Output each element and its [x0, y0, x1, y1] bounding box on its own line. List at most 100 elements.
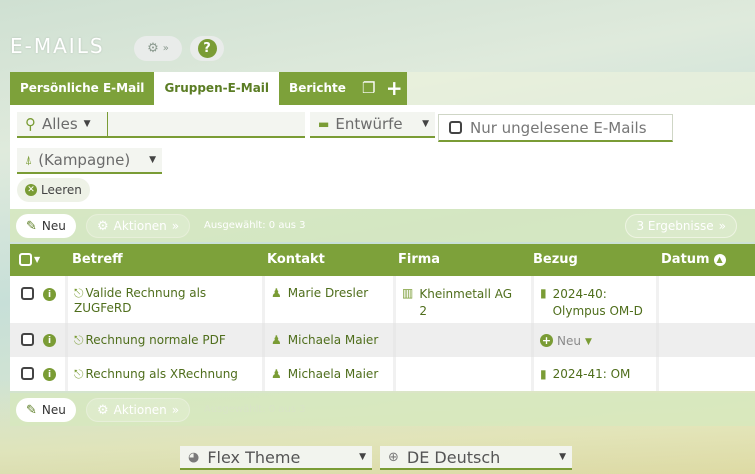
unread-only-toggle[interactable]: Nur ungelesene E-Mails	[438, 114, 673, 142]
column-header-contact[interactable]: Kontakt	[267, 252, 325, 267]
caret-down-icon: ▼	[34, 255, 41, 264]
subject-text: Rechnung als XRechnung	[85, 367, 238, 381]
clear-filters-button[interactable]: ✕ Leeren	[17, 178, 90, 202]
column-header-subject[interactable]: Betreff	[72, 252, 123, 267]
actions-button[interactable]: ⚙ Aktionen »	[86, 214, 191, 238]
company-cell[interactable]: ▥ Kheinmetall AG 2	[393, 276, 531, 323]
new-email-button[interactable]: ✎ Neu	[16, 214, 76, 238]
column-header-date[interactable]: Datum ▲	[661, 252, 726, 267]
row-checkbox-cell	[21, 357, 34, 391]
row-checkbox[interactable]	[21, 333, 34, 346]
pencil-icon: ✎	[26, 218, 37, 234]
subject-text: Valide Rechnung als ZUGFeRD	[74, 286, 207, 315]
search-icon: ⚲	[25, 115, 36, 133]
column-header-reference[interactable]: Bezug	[533, 252, 578, 267]
plus-icon: +	[385, 76, 403, 100]
folder-select[interactable]: ▬ Entwürfe ▼	[310, 112, 435, 138]
sort-icon[interactable]: ▲	[713, 253, 726, 266]
action-bar-top: ✎ Neu ⚙ Aktionen » Ausgewählt: 0 aus 3 3…	[10, 209, 755, 242]
plus-icon: +	[540, 334, 553, 347]
paperclip-icon: ⎋	[74, 286, 84, 300]
help-icon: ?	[197, 39, 217, 58]
row-checkbox[interactable]	[21, 367, 34, 380]
subject-text: Rechnung normale PDF	[85, 333, 226, 347]
selection-info: Ausgewählt: 0 aus 3	[204, 404, 306, 415]
info-icon[interactable]: i	[43, 368, 56, 381]
language-value: DE Deutsch	[406, 447, 501, 467]
info-icon[interactable]: i	[43, 334, 56, 347]
reference-cell[interactable]: ▮ 2024-40: Olympus OM-D	[531, 276, 656, 323]
help-button[interactable]: ?	[190, 36, 224, 61]
selection-info: Ausgewählt: 0 aus 3	[204, 220, 306, 231]
column-header-company[interactable]: Firma	[398, 252, 440, 267]
campaign-select[interactable]: ⍋ (Kampagne) ▼	[17, 148, 162, 174]
new-email-button[interactable]: ✎ Neu	[16, 398, 76, 422]
unread-checkbox[interactable]	[449, 121, 462, 134]
unread-label: Nur ungelesene E-Mails	[470, 118, 647, 137]
person-icon: ♟	[271, 367, 282, 381]
tab-personal-email[interactable]: Persönliche E-Mail	[10, 72, 154, 105]
tab-reports[interactable]: Berichte	[279, 72, 356, 105]
person-icon: ♟	[271, 333, 282, 347]
caret-down-icon: ▼	[559, 452, 566, 462]
caret-down-icon: ▼	[83, 119, 91, 129]
subject-cell[interactable]: ⎋ Rechnung als XRechnung	[65, 357, 262, 391]
date-cell	[656, 357, 755, 391]
settings-menu-button[interactable]: ⚙ »	[134, 36, 182, 61]
company-cell[interactable]	[393, 323, 531, 357]
search-scope-select[interactable]: ⚲ Alles ▼	[17, 112, 107, 138]
chevron-down-icon: »	[162, 43, 169, 54]
contact-text: Marie Dresler	[287, 286, 369, 300]
contact-cell[interactable]: ♟ Marie Dresler	[262, 276, 393, 323]
tab-bar: Persönliche E-Mail Gruppen-E-Mail Berich…	[10, 72, 407, 105]
new-reference-label: Neu	[557, 333, 581, 348]
chevron-down-icon: »	[718, 219, 726, 233]
add-tab-button[interactable]: +	[381, 72, 407, 105]
search-input[interactable]	[107, 112, 305, 138]
clear-label: Leeren	[41, 183, 82, 197]
filter-panel: ⚲ Alles ▼ ▬ Entwürfe ▼ Nur ungelesene E-…	[10, 105, 755, 209]
caret-down-icon: ▼	[149, 155, 156, 165]
table-row[interactable]: i ⎋ Rechnung als XRechnung ♟ Michaela Maie…	[10, 357, 755, 391]
campaign-value: (Kampagne)	[38, 151, 131, 169]
caret-down-icon[interactable]: ▼	[585, 337, 592, 347]
subject-cell[interactable]: ⎋ Rechnung normale PDF	[65, 323, 262, 357]
paperclip-icon: ⎋	[74, 333, 84, 347]
actions-label: Aktionen	[113, 403, 167, 417]
reference-text: 2024-40: Olympus OM-D	[552, 287, 643, 318]
contact-cell[interactable]: ♟ Michaela Maier	[262, 323, 393, 357]
rocket-icon: ⍋	[25, 152, 33, 167]
company-cell[interactable]	[393, 357, 531, 391]
language-select[interactable]: ⊕ DE Deutsch ▼	[380, 446, 572, 470]
open-in-window-button[interactable]: ❐	[356, 72, 382, 105]
results-label: 3 Ergebnisse	[636, 219, 714, 233]
row-checkbox-cell	[21, 276, 34, 323]
table-row[interactable]: i ⎋ Rechnung normale PDF ♟ Michaela Maier …	[10, 323, 755, 357]
gear-icon: ⚙	[97, 218, 109, 234]
table-row[interactable]: i ⎋ Valide Rechnung als ZUGFeRD ♟ Marie Dr…	[10, 276, 755, 323]
new-label: Neu	[41, 219, 66, 233]
reference-text: 2024-41: OM	[552, 367, 631, 381]
actions-button[interactable]: ⚙ Aktionen »	[86, 398, 191, 422]
contact-cell[interactable]: ♟ Michaela Maier	[262, 357, 393, 391]
select-all-checkbox[interactable]	[19, 253, 32, 266]
contact-text: Michaela Maier	[287, 367, 379, 381]
gear-icon: ⚙	[147, 41, 159, 56]
reference-cell[interactable]: + Neu ▼	[531, 323, 656, 357]
theme-select[interactable]: ◕ Flex Theme ▼	[180, 446, 372, 470]
paperclip-icon: ⎋	[74, 367, 84, 381]
reference-cell[interactable]: ▮ 2024-41: OM	[531, 357, 656, 391]
document-icon: ▮	[540, 367, 547, 381]
new-label: Neu	[41, 403, 66, 417]
chevron-down-icon: »	[171, 219, 180, 233]
subject-cell[interactable]: ⎋ Valide Rechnung als ZUGFeRD	[65, 276, 262, 323]
theme-value: Flex Theme	[207, 447, 301, 467]
new-reference-button[interactable]: + Neu	[540, 334, 581, 348]
results-count-button[interactable]: 3 Ergebnisse »	[625, 214, 737, 238]
tab-group-email[interactable]: Gruppen-E-Mail	[154, 72, 280, 105]
document-icon: ▮	[540, 286, 547, 300]
select-all-control[interactable]: ▼	[19, 253, 40, 266]
folder-icon: ▬	[318, 117, 330, 131]
row-checkbox[interactable]	[21, 287, 34, 300]
info-icon[interactable]: i	[43, 288, 56, 301]
